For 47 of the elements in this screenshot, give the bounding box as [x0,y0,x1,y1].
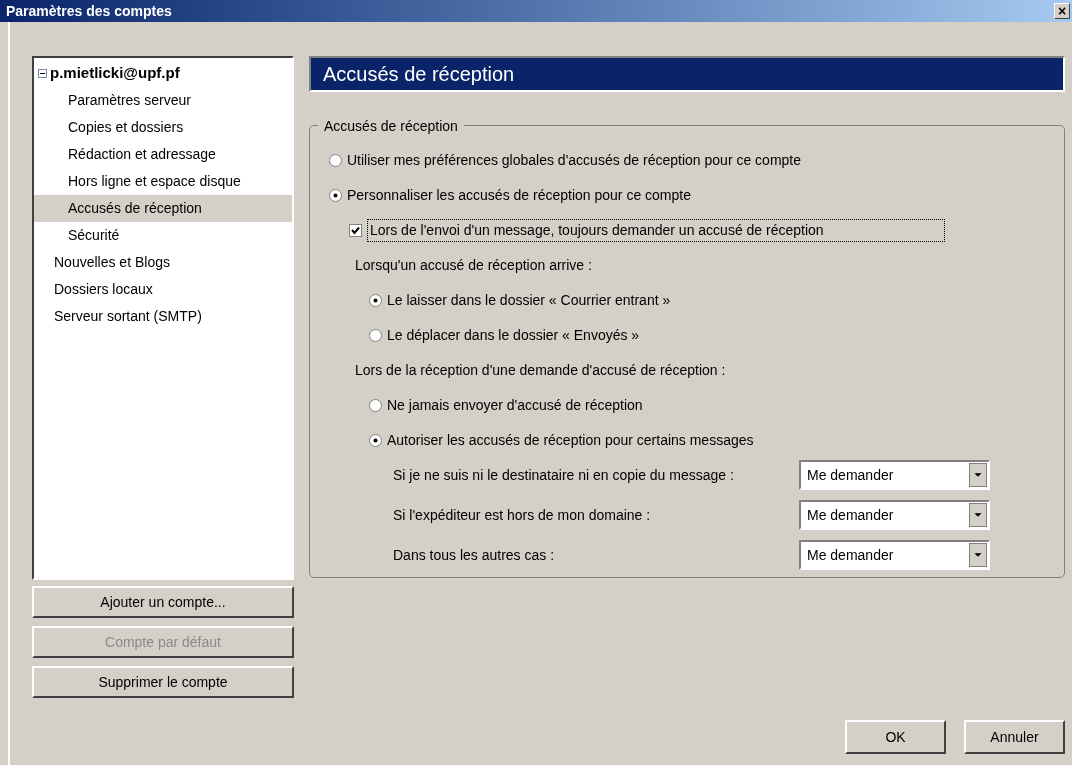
radio-label: Le déplacer dans le dossier « Envoyés » [387,325,640,345]
close-button[interactable]: × [1054,3,1070,19]
sidebar-button[interactable]: Supprimer le compte [32,666,294,698]
caret-icon [969,463,987,487]
radio-label: Le laisser dans le dossier « Courrier entrant » [387,290,671,310]
tree-item[interactable]: Nouvelles et Blogs [54,252,170,273]
checkmark-icon [351,225,360,235]
panel-title: Accusés de réception [323,62,515,87]
tree-item[interactable]: Sécurité [34,222,292,249]
tree-item[interactable]: Rédaction et adressage [34,141,292,168]
radio-button[interactable] [329,188,342,202]
dialog-button[interactable]: OK [845,720,946,754]
section-label: Lors de la réception d'une demande d'accusé de réception : [355,360,726,380]
dropdown[interactable]: Me demander [799,460,990,490]
radio-button[interactable] [369,328,382,342]
dropdown-value: Me demander [806,505,895,525]
dropdown-value: Me demander [806,465,895,485]
section-label: Lorsqu'un accusé de réception arrive : [355,255,592,275]
field-label: Si l'expéditeur est hors de mon domaine : [393,505,652,525]
radio-button[interactable] [369,433,382,447]
tree-item[interactable]: Paramètres serveur [34,87,292,114]
tree-item[interactable]: Copies et dossiers [34,114,292,141]
dropdown-value: Me demander [806,545,895,565]
radio-label: Personnaliser les accusés de réception pour ce compte [347,185,691,205]
tree-item[interactable]: p.mietlicki@upf.pf [50,62,180,85]
tree-item[interactable]: Accusés de réception [34,195,292,222]
checkbox[interactable] [349,223,362,237]
tree-item[interactable]: Serveur sortant (SMTP) [54,306,202,327]
caret-icon [969,503,987,527]
dialog-button[interactable]: Annuler [964,720,1065,754]
checkbox-label: Lors de l'envoi d'un message, toujours demander un accusé de réception [367,218,945,242]
field-label: Si je ne suis ni le destinataire ni en copie du message : [393,465,735,485]
window-title: Paramètres des comptes [6,1,172,21]
tree-item[interactable]: Dossiers locaux [54,279,153,300]
radio-label: Ne jamais envoyer d'accusé de réception [387,395,643,415]
radio-button[interactable] [329,153,342,167]
sidebar-button[interactable]: Ajouter un compte... [32,586,294,618]
radio-label: Utiliser mes préférences globales d'accusés de réception pour ce compte [347,150,801,170]
dropdown[interactable]: Me demander [799,540,990,570]
radio-label: Autoriser les accusés de réception pour certains messages [387,430,754,450]
tree-item[interactable]: Hors ligne et espace disque [34,168,292,195]
field-label: Dans tous les autres cas : [393,545,556,565]
dropdown[interactable]: Me demander [799,500,990,530]
collapse-icon[interactable] [38,69,47,78]
radio-button[interactable] [369,293,382,307]
radio-button[interactable] [369,398,382,412]
caret-icon [969,543,987,567]
